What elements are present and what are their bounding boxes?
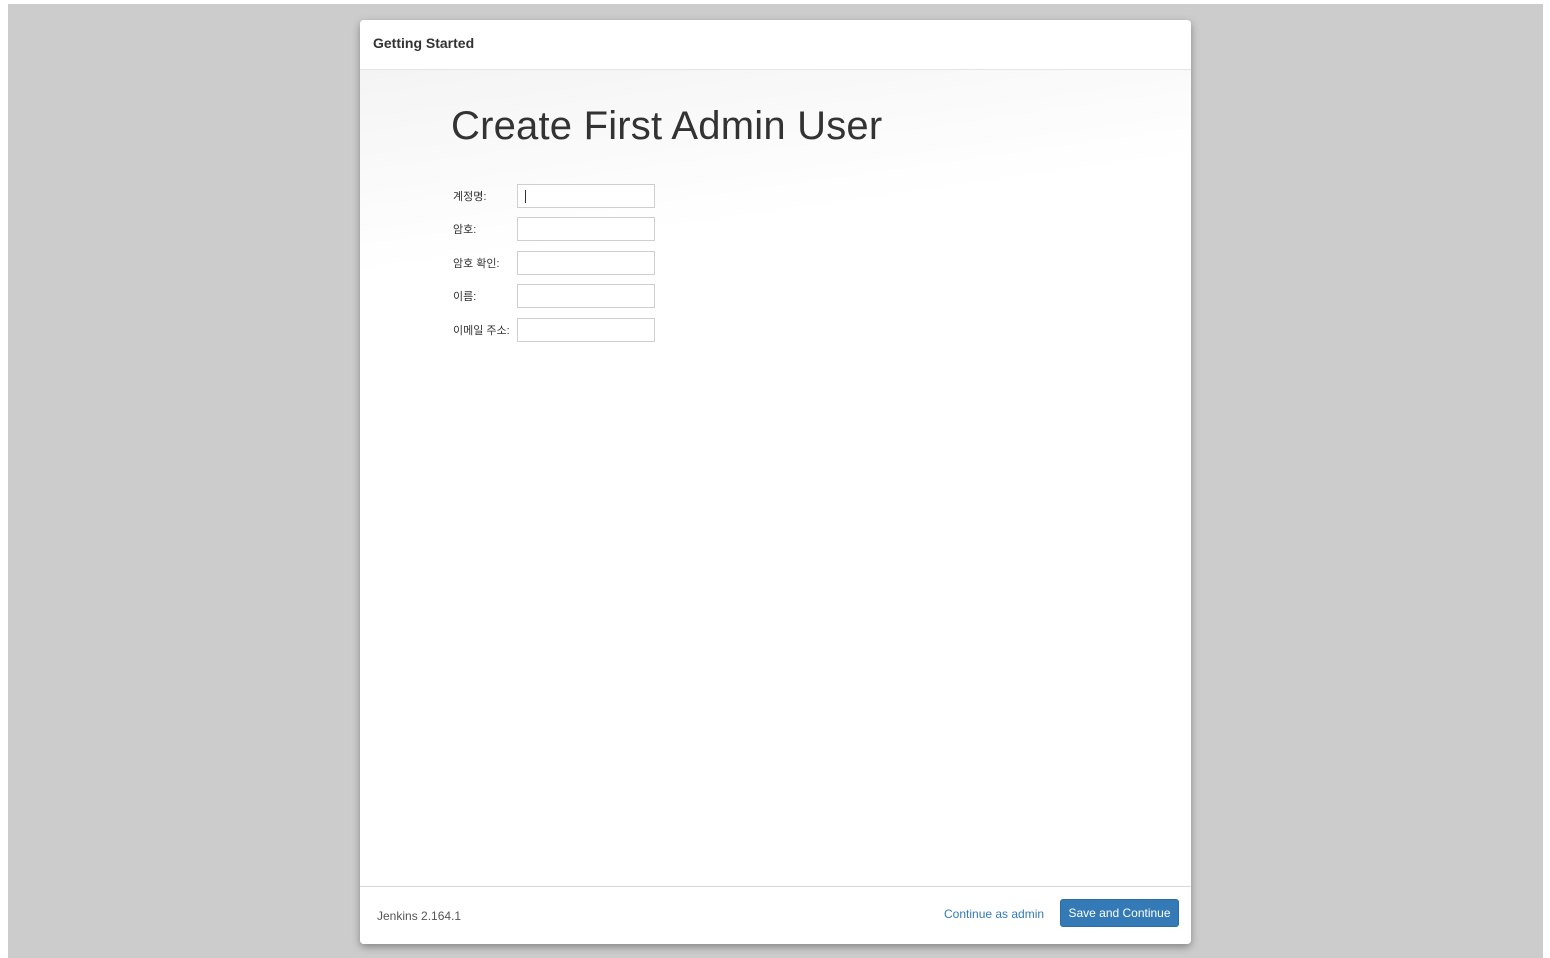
dialog-footer: Jenkins 2.164.1 Continue as admin Save a… [360,886,1191,944]
confirm-password-input[interactable] [517,251,655,275]
email-input[interactable] [517,318,655,342]
confirm-password-label: 암호 확인: [453,258,500,270]
full-name-input[interactable] [517,284,655,308]
dialog-header: Getting Started [360,20,1191,70]
full-name-label: 이름: [453,291,477,303]
dialog-title: Getting Started [373,35,475,51]
version-label: Jenkins 2.164.1 [377,909,462,923]
dialog-body: Create First Admin User 계정명: 암호: 암호 확인: … [360,70,1191,886]
email-label: 이메일 주소: [453,325,510,337]
username-label: 계정명: [453,191,487,203]
text-cursor [525,190,526,203]
setup-wizard-dialog: Getting Started Create First Admin User … [360,20,1191,944]
save-and-continue-button[interactable]: Save and Continue [1060,899,1179,927]
password-input[interactable] [517,217,655,241]
page-title: Create First Admin User [451,104,883,148]
username-input[interactable] [517,184,655,208]
continue-as-admin-link[interactable]: Continue as admin [944,907,1044,921]
password-label: 암호: [453,224,477,236]
